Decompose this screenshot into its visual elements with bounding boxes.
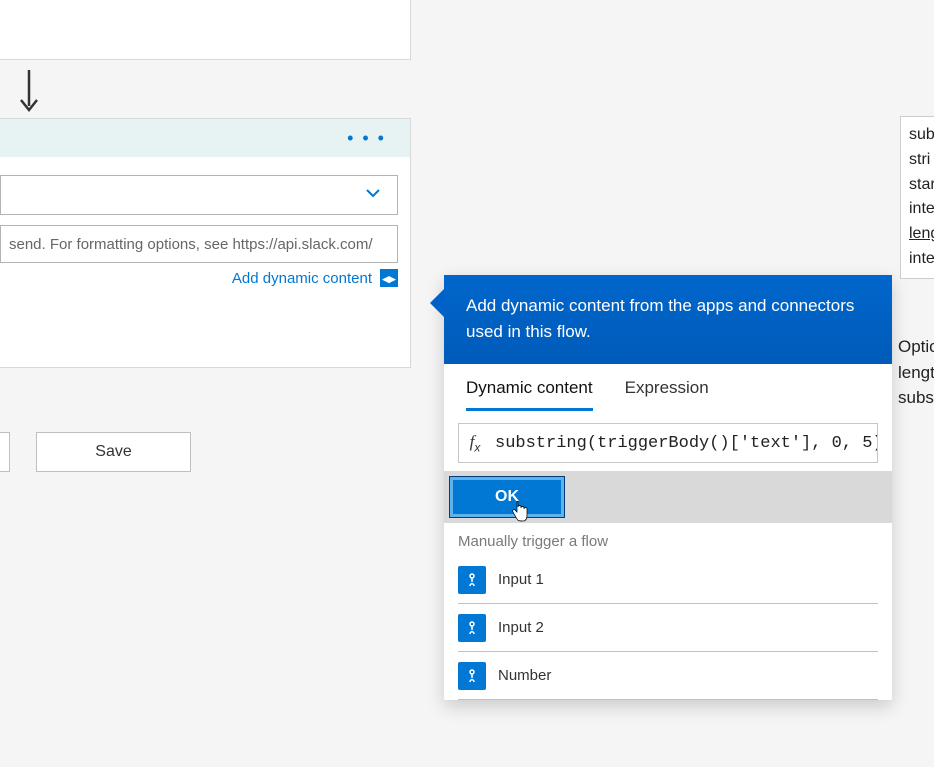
expression-input-row[interactable]: fx substring(triggerBody()['text'], 0, 5… bbox=[458, 423, 878, 463]
item-label: Number bbox=[498, 667, 551, 684]
item-label: Input 1 bbox=[498, 571, 544, 588]
action-card-header[interactable]: • • • bbox=[0, 119, 410, 157]
fx-icon: fx bbox=[459, 432, 491, 454]
touch-icon bbox=[458, 662, 486, 690]
ok-button[interactable]: OK bbox=[450, 477, 564, 517]
popover-caret-icon bbox=[430, 289, 444, 317]
add-dynamic-content-link[interactable]: Add dynamic content bbox=[232, 270, 372, 287]
expression-input[interactable]: substring(triggerBody()['text'], 0, 5) bbox=[491, 434, 877, 453]
more-options-icon[interactable]: • • • bbox=[347, 128, 386, 149]
partial-button[interactable] bbox=[0, 432, 10, 472]
message-text-input[interactable]: send. For formatting options, see https:… bbox=[0, 225, 398, 263]
flow-connector-arrow bbox=[14, 62, 44, 122]
message-placeholder-text: send. For formatting options, see https:… bbox=[9, 236, 373, 253]
save-button[interactable]: Save bbox=[36, 432, 191, 472]
trigger-section-label: Manually trigger a flow bbox=[444, 523, 892, 556]
description-tooltip-fragment: Optio lengt subst bbox=[898, 334, 934, 411]
popover-header-text: Add dynamic content from the apps and co… bbox=[444, 275, 892, 364]
save-button-label: Save bbox=[95, 443, 131, 461]
ok-button-label: OK bbox=[495, 488, 519, 506]
dynamic-item-input-1[interactable]: Input 1 bbox=[458, 556, 878, 604]
touch-icon bbox=[458, 566, 486, 594]
item-label: Input 2 bbox=[498, 619, 544, 636]
dynamic-content-popover: Add dynamic content from the apps and co… bbox=[444, 275, 892, 700]
channel-dropdown[interactable] bbox=[0, 175, 398, 215]
dynamic-item-input-2[interactable]: Input 2 bbox=[458, 604, 878, 652]
popover-tabs: Dynamic content Expression bbox=[444, 364, 892, 411]
add-dynamic-content-button[interactable]: ◂▸ bbox=[380, 269, 398, 287]
plus-collapse-icon: ◂▸ bbox=[382, 272, 395, 285]
ok-bar: OK bbox=[444, 471, 892, 523]
signature-tooltip-fragment: subs stri star inte leng inte bbox=[900, 116, 934, 279]
previous-step-card[interactable] bbox=[0, 0, 411, 60]
touch-icon bbox=[458, 614, 486, 642]
dynamic-item-number[interactable]: Number bbox=[458, 652, 878, 700]
slack-action-card: • • • send. For formatting options, see … bbox=[0, 118, 411, 368]
chevron-down-icon bbox=[363, 183, 383, 208]
tab-expression[interactable]: Expression bbox=[625, 378, 709, 411]
tab-dynamic-content[interactable]: Dynamic content bbox=[466, 378, 593, 411]
